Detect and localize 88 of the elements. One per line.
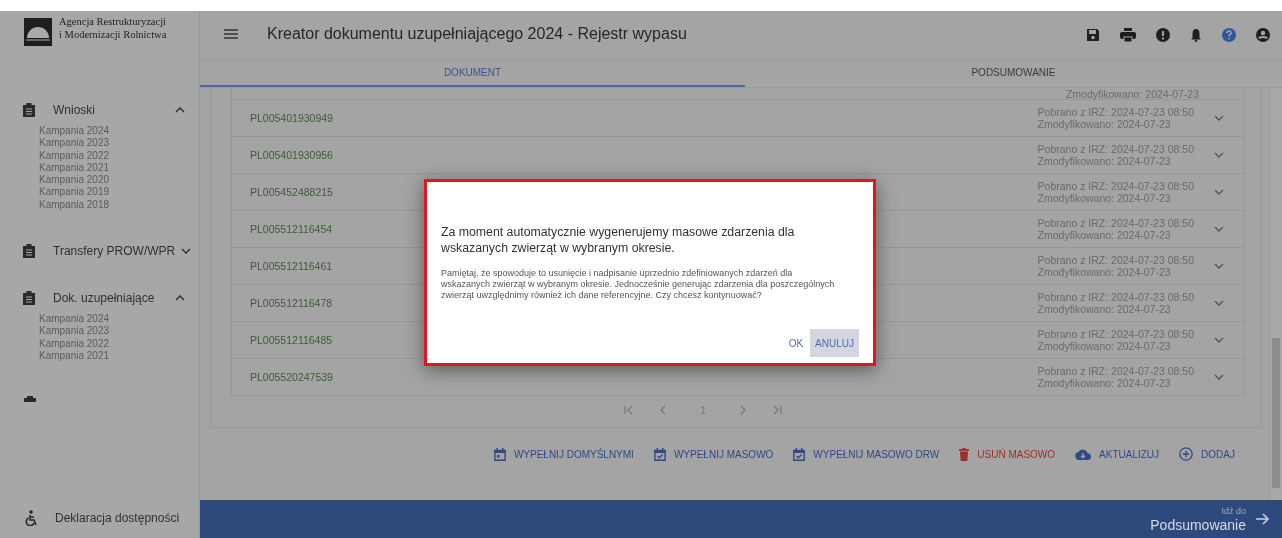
logo-icon [24, 18, 52, 46]
accessibility-link[interactable]: Deklaracja dostępności [55, 511, 180, 525]
chevron-down-icon[interactable] [1214, 374, 1224, 380]
dialog-message: Pamiętaj, że spowoduje to usunięcie i nadpisanie uprzednio zdefiniowanych zdarzeń dla wskazanych zwierząt w wybranym okresie. Jednocześnie generując zdarzenia dla poszczególnych zwierząt uwzględnimy również ich dane referencyjne. Czy chcesz kontynuować? [441, 268, 836, 301]
sidebar-item[interactable]: Kampania 2022 [39, 149, 199, 162]
calendar-icon [493, 447, 506, 461]
animal-id: PL005512116461 [250, 260, 333, 272]
modified-date: Zmodyfikowano: 2024-07-23 [1037, 155, 1172, 167]
toolbar-button[interactable]: WYPEŁNIJ MASOWO DRW [789, 444, 944, 464]
dialog-button[interactable]: ANULUJ [810, 329, 859, 357]
help-icon[interactable] [1222, 28, 1236, 42]
save-icon[interactable] [1086, 28, 1100, 42]
footer-hint: Idź do [1221, 505, 1246, 517]
animal-id: PL005401930956 [250, 149, 333, 161]
chevron-up-icon[interactable] [175, 107, 185, 113]
sidebar-item[interactable]: Kampania 2019 [39, 186, 199, 199]
table-row[interactable]: PL005401930949 Pobrano z IRZ: 2024-07-23 08:50 Zmodyfikowano: 2024-07-23 [232, 100, 1244, 137]
tab[interactable]: PODSUMOWANIE [745, 60, 1282, 87]
download-date: Pobrano z IRZ: 2024-07-23 08:50 [1037, 254, 1194, 266]
download-date: Pobrano z IRZ: 2024-07-23 08:50 [1037, 328, 1194, 340]
animal-id: PL005512116485 [250, 334, 333, 346]
animal-id: PL005512116478 [250, 297, 333, 309]
bell-icon[interactable] [1190, 28, 1202, 42]
sidebar-section[interactable]: Dok. uzupełniające [53, 291, 169, 306]
animal-id: PL005512116454 [250, 223, 333, 235]
toolbar-button[interactable]: USUŃ MASOWO [955, 444, 1060, 464]
page-title: Kreator dokumentu uzupełniającego 2024 - Rejestr wypasu [267, 25, 687, 43]
chevron-down-icon[interactable] [1214, 300, 1224, 306]
accessibility-icon [24, 510, 38, 526]
chevron-down-icon[interactable] [181, 248, 192, 255]
modified-date: Zmodyfikowano: 2024-07-23 [1037, 266, 1172, 278]
animal-id: PL005452488215 [250, 186, 333, 198]
table-row[interactable]: PL005401930956 Pobrano z IRZ: 2024-07-23 08:50 Zmodyfikowano: 2024-07-23 [232, 137, 1244, 174]
toolbar-button[interactable]: AKTUALIZUJ [1071, 444, 1164, 464]
arrow-right-icon[interactable] [1256, 513, 1270, 525]
chevron-down-icon[interactable] [1214, 115, 1224, 121]
calendar-check-icon [793, 447, 806, 461]
print-icon[interactable] [1120, 28, 1136, 42]
account-icon[interactable] [1256, 28, 1270, 42]
scrollbar[interactable] [1269, 88, 1282, 500]
summary-link[interactable]: Podsumowanie [1150, 516, 1246, 533]
sidebar-section[interactable]: Transfery PROW/WPR [53, 244, 176, 259]
animal-id: PL005520247539 [250, 371, 333, 383]
modified-date: Zmodyfikowano: 2024-07-23 [1037, 229, 1172, 241]
sidebar-item[interactable]: Kampania 2024 [39, 313, 199, 326]
animal-id: PL005401930949 [250, 112, 333, 124]
modified-date: Zmodyfikowano: 2024-07-23 [1037, 377, 1172, 389]
sidebar-item[interactable]: Kampania 2023 [39, 325, 199, 338]
logo-text: i Modernizacji Rolnictwa [59, 28, 167, 41]
menu-icon[interactable] [224, 29, 238, 39]
sidebar-item[interactable]: Kampania 2021 [39, 161, 199, 175]
last-page-icon[interactable] [771, 405, 782, 415]
alert-icon[interactable] [1156, 28, 1170, 42]
sidebar-section[interactable]: Wnioski [53, 103, 169, 117]
download-date: Pobrano z IRZ: 2024-07-23 08:50 [1037, 217, 1194, 229]
chevron-down-icon[interactable] [1214, 226, 1224, 232]
sidebar-item[interactable]: Kampania 2024 [39, 125, 199, 138]
chevron-down-icon[interactable] [1214, 189, 1224, 195]
sidebar-item[interactable]: Kampania 2023 [39, 137, 199, 150]
cloud-icon [1075, 448, 1092, 460]
trash-icon [959, 447, 970, 461]
modified-date: Zmodyfikowano: 2024-07-23 [1065, 88, 1199, 100]
download-date: Pobrano z IRZ: 2024-07-23 08:50 [1037, 143, 1194, 155]
tab[interactable]: DOKUMENT [200, 60, 745, 87]
modified-date: Zmodyfikowano: 2024-07-23 [1037, 340, 1172, 352]
modified-date: Zmodyfikowano: 2024-07-23 [1037, 303, 1172, 315]
chevron-up-icon[interactable] [175, 295, 185, 302]
download-date: Pobrano z IRZ: 2024-07-23 08:50 [1037, 106, 1194, 118]
modified-date: Zmodyfikowano: 2024-07-23 [1037, 118, 1172, 130]
toolbar-button[interactable]: WYPEŁNIJ DOMYŚLNYMI [489, 444, 638, 464]
download-date: Pobrano z IRZ: 2024-07-23 08:50 [1037, 180, 1194, 192]
sidebar-item[interactable]: Kampania 2021 [39, 349, 199, 363]
toolbar-button[interactable]: WYPEŁNIJ MASOWO [649, 444, 778, 464]
sidebar-item[interactable]: Kampania 2020 [39, 174, 199, 187]
download-date: Pobrano z IRZ: 2024-07-23 08:50 [1037, 291, 1194, 303]
download-date: Pobrano z IRZ: 2024-07-23 08:50 [1037, 365, 1194, 377]
sidebar-item[interactable]: Kampania 2018 [39, 198, 199, 212]
chevron-down-icon[interactable] [1214, 152, 1224, 158]
toolbar-button[interactable]: DODAJ [1175, 444, 1239, 464]
sidebar-item[interactable]: Kampania 2022 [39, 337, 199, 350]
calendar-check-icon [653, 447, 666, 461]
chevron-down-icon[interactable] [1214, 337, 1224, 343]
add-icon [1179, 447, 1194, 461]
chevron-down-icon[interactable] [1214, 263, 1224, 269]
dialog-button[interactable]: OK [783, 329, 809, 357]
first-page-icon[interactable] [624, 405, 635, 415]
logo-text: Agencja Restrukturyzacji [59, 15, 167, 28]
modified-date: Zmodyfikowano: 2024-07-23 [1037, 192, 1172, 204]
